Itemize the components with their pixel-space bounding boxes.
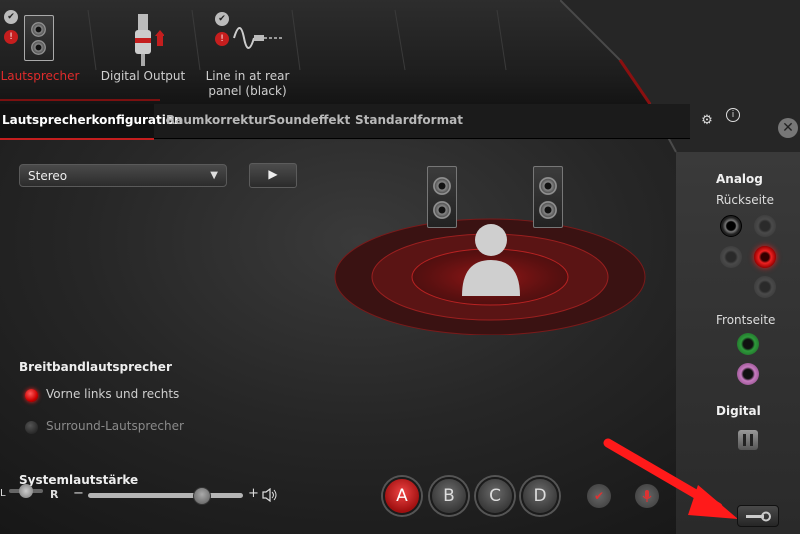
info-icon[interactable]: i (726, 108, 740, 122)
tab-room-correction[interactable]: Raumkorrektur (166, 104, 268, 138)
profile-button-b[interactable]: B (430, 477, 468, 515)
check-icon: ✔ (215, 12, 229, 26)
device-label-speakers[interactable]: Lautsprecher (0, 69, 80, 84)
radio-surround[interactable] (25, 421, 38, 434)
volume-minus[interactable]: − (73, 486, 84, 501)
front-title: Frontseite (716, 313, 776, 327)
warning-icon: ! (4, 30, 18, 44)
speaker-front-right[interactable] (533, 166, 563, 228)
jack-front-pink[interactable] (737, 363, 759, 385)
jack-front-green[interactable] (737, 333, 759, 355)
tab-sound-effect[interactable]: Soundeffekt (268, 104, 350, 138)
device-label-line-in-line2[interactable]: panel (black) (200, 84, 295, 99)
tab-speaker-configuration[interactable]: Lautsprecherkonfiguration (0, 104, 183, 140)
red-arrow-annotation (603, 438, 738, 519)
realtek-audio-console: ✔ ! Lautsprecher Digital Output ✔ ! Line… (0, 0, 800, 534)
balance-left-label: L (0, 488, 6, 499)
jack-rear-active[interactable] (754, 246, 776, 268)
device-status-icons: ✔ ! (4, 10, 22, 50)
close-icon[interactable]: ✕ (778, 118, 798, 138)
speaker-config-select-value: Stereo (28, 169, 68, 183)
balance-right-label: R (50, 488, 59, 501)
system-volume-title: Systemlautstärke (19, 473, 139, 487)
play-icon: ▶ (268, 167, 278, 181)
broadband-title: Breitbandlautsprecher (19, 360, 172, 374)
digital-output-icon[interactable] (128, 14, 164, 66)
volume-slider-track[interactable] (88, 493, 243, 498)
rear-title: Rückseite (716, 193, 775, 207)
tab-default-format[interactable]: Standardformat (355, 104, 463, 138)
volume-plus[interactable]: + (248, 486, 259, 501)
radio-label-front-left-right[interactable]: Vorne links und rechts (46, 387, 179, 401)
profile-button-a[interactable]: A (383, 477, 421, 515)
radio-label-surround[interactable]: Surround-Lautsprecher (46, 419, 184, 433)
device-label-line-in-line1[interactable]: Line in at rear (200, 69, 295, 84)
profile-button-d[interactable]: D (521, 477, 559, 515)
speaker-config-select[interactable]: Stereo ▼ (19, 164, 227, 187)
volume-slider-thumb[interactable] (193, 487, 212, 505)
chevron-down-icon: ▼ (210, 170, 218, 181)
jack-rear-unused-2[interactable] (720, 246, 742, 268)
jack-rear-unused-1[interactable] (754, 215, 776, 237)
device-status-icons-line-in: ✔ ! (215, 12, 231, 52)
check-icon: ✔ (4, 10, 18, 24)
profile-button-c[interactable]: C (476, 477, 514, 515)
wrench-icon[interactable] (737, 505, 779, 527)
play-test-button[interactable]: ▶ (249, 163, 297, 188)
line-in-icon[interactable] (232, 16, 282, 56)
listener-icon (462, 224, 520, 296)
jack-rear-black[interactable] (720, 215, 742, 237)
radio-front-left-right[interactable] (25, 389, 38, 402)
warning-icon: ! (215, 32, 229, 46)
jack-rear-unused-3[interactable] (754, 276, 776, 298)
digital-title: Digital (716, 404, 761, 418)
balance-slider-thumb[interactable] (19, 484, 33, 498)
analog-title: Analog (716, 172, 763, 186)
volume-icon[interactable] (262, 488, 278, 502)
speaker-front-left[interactable] (427, 166, 457, 228)
gear-icon[interactable]: ⚙ (700, 114, 714, 128)
tab-bar: Lautsprecherkonfiguration Raumkorrektur … (0, 104, 690, 140)
device-label-digital-output[interactable]: Digital Output (98, 69, 188, 84)
speaker-icon[interactable] (24, 15, 54, 61)
